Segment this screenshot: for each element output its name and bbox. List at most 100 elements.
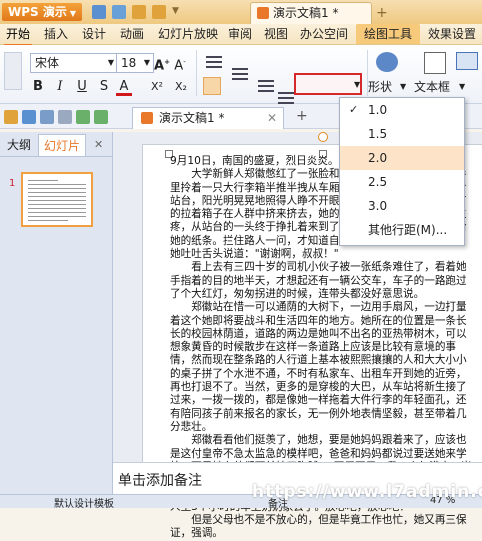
chevron-down-icon: ▼ bbox=[69, 9, 77, 18]
redo-icon[interactable] bbox=[94, 110, 108, 124]
chevron-down-icon: ▼ bbox=[143, 58, 150, 67]
document-title: 演示文稿1 * bbox=[273, 6, 339, 20]
watermark-text: https://www.l7admin.cc bbox=[252, 482, 482, 502]
slide-thumbnail[interactable] bbox=[21, 172, 93, 227]
undo-icon[interactable] bbox=[132, 5, 146, 19]
wps-app-menu-button[interactable]: WPS 演示 ▼ bbox=[2, 3, 83, 21]
slide-paragraph: 郑徽站在惜一可以通荫的大树下，一边用手扇风，一边打量着这个她即将要战斗和生活四年… bbox=[170, 301, 467, 433]
thumb-line bbox=[28, 192, 86, 193]
menu-view[interactable]: 视图 bbox=[262, 24, 290, 44]
bullet-list-icon[interactable] bbox=[206, 56, 222, 68]
chevron-down-icon: ▼ bbox=[459, 82, 466, 91]
option-label: 其他行距(M)... bbox=[368, 223, 448, 237]
align-left-button[interactable] bbox=[203, 77, 221, 95]
file-tab-label: 演示文稿1 * bbox=[159, 111, 225, 125]
chevron-down-icon: ▼ bbox=[400, 82, 407, 91]
increase-font-icon[interactable]: A+ bbox=[154, 53, 170, 73]
numbered-list-icon[interactable] bbox=[232, 68, 248, 80]
shadow-button[interactable]: S bbox=[96, 78, 112, 96]
font-name-value: 宋体 bbox=[35, 56, 60, 70]
line-spacing-dropdown-arrow[interactable]: ▼ bbox=[354, 80, 360, 89]
ribbon-separator bbox=[196, 50, 197, 96]
line-spacing-option-1-0[interactable]: ✓ 1.0 bbox=[340, 98, 464, 122]
app-name: WPS 演示 bbox=[8, 5, 67, 19]
file-tab[interactable]: 演示文稿1 * ✕ bbox=[132, 107, 284, 129]
option-label: 1.5 bbox=[368, 127, 388, 141]
line-spacing-option-other[interactable]: 其他行距(M)... bbox=[340, 218, 464, 242]
thumb-line bbox=[28, 216, 86, 217]
option-label: 2.5 bbox=[368, 175, 388, 189]
menu-slideshow[interactable]: 幻灯片放映 bbox=[156, 24, 220, 44]
slide-paragraph: 看上去有三四十岁的司机小伙子被一张纸条难住了，看着她手指着的目的地半天，才想起还… bbox=[170, 261, 467, 300]
line-spacing-option-1-5[interactable]: 1.5 bbox=[340, 122, 464, 146]
qat-more-icon[interactable]: ▼ bbox=[172, 6, 179, 16]
increase-indent-icon[interactable] bbox=[278, 92, 294, 104]
menu-drawing-tools[interactable]: 绘图工具 bbox=[356, 24, 421, 44]
menu-home[interactable]: 开始 bbox=[4, 24, 33, 46]
thumb-line bbox=[28, 200, 86, 201]
notes-placeholder[interactable]: 单击添加备注 bbox=[118, 470, 202, 490]
font-size-select[interactable]: 18 ▼ bbox=[116, 53, 154, 73]
template-name: 默认设计模板 bbox=[54, 499, 114, 510]
line-spacing-option-2-0[interactable]: 2.0 bbox=[340, 146, 464, 170]
close-icon[interactable]: ✕ bbox=[94, 138, 103, 151]
print-icon[interactable] bbox=[112, 5, 126, 19]
menu-review[interactable]: 审阅 bbox=[226, 24, 254, 44]
font-name-select[interactable]: 宋体 ▼ bbox=[30, 53, 118, 73]
panel-divider bbox=[0, 156, 112, 157]
line-spacing-menu: ✓ 1.0 1.5 2.0 2.5 3.0 其他行距(M)... bbox=[339, 97, 465, 246]
font-color-button[interactable]: A bbox=[116, 78, 132, 96]
slide-paragraph: 但是父母也不是不放心的，但是毕竟工作也忙，她又再三保证，强调。 bbox=[170, 514, 467, 540]
line-spacing-group-highlight bbox=[294, 73, 362, 95]
bold-button[interactable]: B bbox=[30, 78, 46, 96]
font-size-value: 18 bbox=[121, 56, 137, 70]
subscript-button[interactable]: X₂ bbox=[170, 78, 192, 96]
redo-icon[interactable] bbox=[152, 5, 166, 19]
thumb-line bbox=[28, 180, 58, 181]
close-icon[interactable]: ✕ bbox=[267, 108, 277, 129]
decrease-font-icon[interactable]: A- bbox=[172, 53, 188, 73]
save-icon[interactable] bbox=[22, 110, 36, 124]
presentation-icon bbox=[257, 7, 269, 19]
tab-outline[interactable]: 大纲 bbox=[2, 134, 36, 156]
menu-insert[interactable]: 插入 bbox=[42, 24, 70, 44]
option-label: 3.0 bbox=[368, 199, 388, 213]
line-spacing-option-3-0[interactable]: 3.0 bbox=[340, 194, 464, 218]
open-icon[interactable] bbox=[4, 110, 18, 124]
thumb-line bbox=[28, 184, 86, 185]
decrease-indent-icon[interactable] bbox=[258, 80, 274, 92]
textbox-button[interactable]: 文本框 bbox=[414, 78, 450, 95]
superscript-button[interactable]: X² bbox=[146, 78, 168, 96]
thumb-line bbox=[28, 188, 86, 189]
thumb-line bbox=[28, 208, 86, 209]
shape-icon[interactable] bbox=[376, 52, 398, 72]
rotate-handle[interactable] bbox=[318, 132, 328, 142]
layout-icon[interactable] bbox=[456, 52, 478, 70]
preview-icon[interactable] bbox=[58, 110, 72, 124]
shape-button[interactable]: 形状 bbox=[368, 78, 392, 95]
option-label: 1.0 bbox=[368, 103, 388, 117]
clipboard-group[interactable] bbox=[4, 52, 22, 90]
menu-animation[interactable]: 动画 bbox=[118, 24, 146, 44]
thumb-line bbox=[28, 212, 86, 213]
menu-effects[interactable]: 效果设置 bbox=[426, 24, 478, 44]
menu-office-space[interactable]: 办公空间 bbox=[298, 24, 350, 44]
line-spacing-option-2-5[interactable]: 2.5 bbox=[340, 170, 464, 194]
menu-bar: 开始 插入 设计 动画 幻灯片放映 审阅 视图 办公空间 绘图工具 效果设置 bbox=[0, 24, 482, 46]
menu-design[interactable]: 设计 bbox=[80, 24, 108, 44]
tab-slides[interactable]: 幻灯片 bbox=[38, 134, 87, 157]
chevron-down-icon: ▼ bbox=[107, 58, 114, 67]
textbox-icon[interactable] bbox=[424, 52, 446, 74]
document-title-tab[interactable]: 演示文稿1 * bbox=[250, 2, 372, 24]
undo-icon[interactable] bbox=[76, 110, 90, 124]
save-icon[interactable] bbox=[92, 5, 106, 19]
thumb-line bbox=[28, 196, 86, 197]
option-label: 2.0 bbox=[368, 151, 388, 165]
italic-button[interactable]: I bbox=[52, 78, 68, 96]
new-tab-button[interactable]: + bbox=[376, 5, 388, 21]
new-file-tab-button[interactable]: + bbox=[296, 108, 308, 124]
check-icon: ✓ bbox=[349, 103, 359, 116]
thumb-line bbox=[28, 204, 86, 205]
underline-button[interactable]: U bbox=[74, 78, 90, 96]
print-icon[interactable] bbox=[40, 110, 54, 124]
